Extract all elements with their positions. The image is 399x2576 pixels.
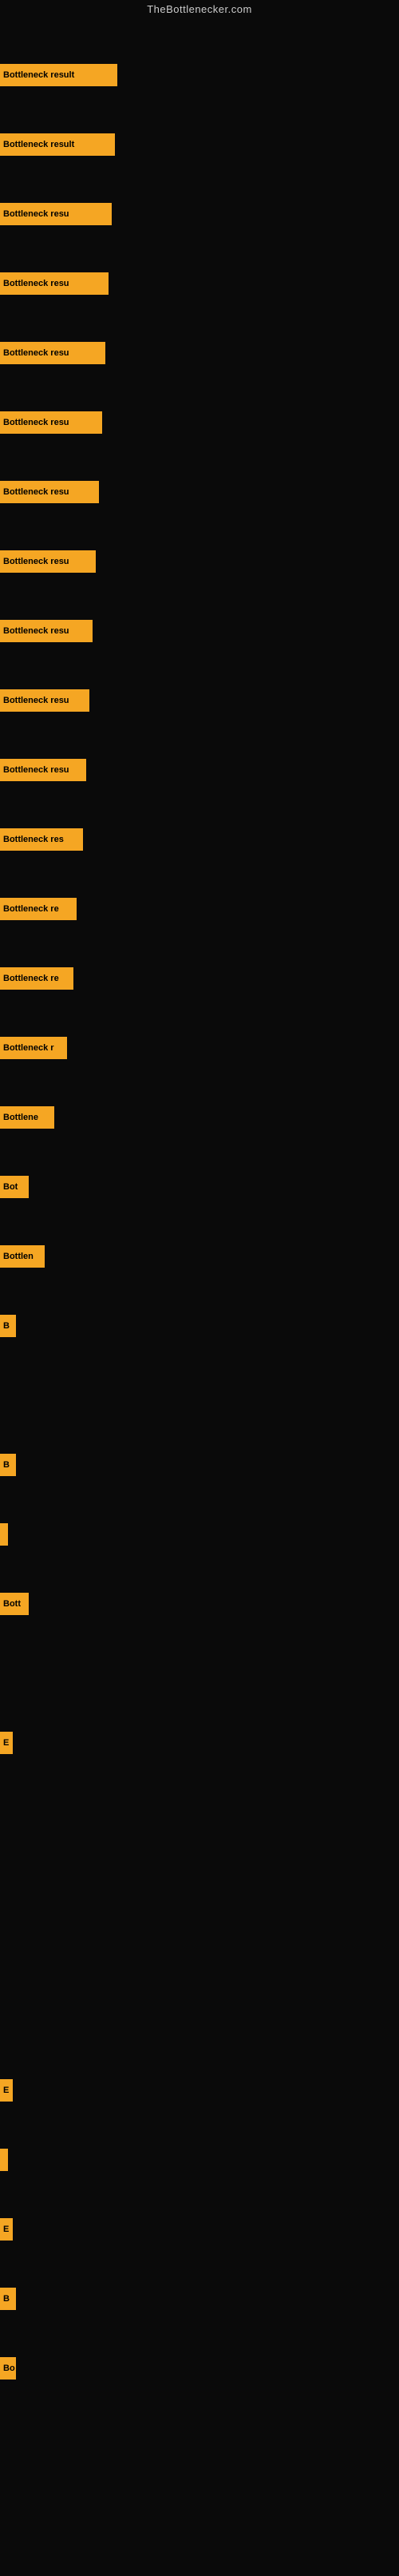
bar-row-9: Bottleneck resu [0, 620, 93, 642]
bar-label-11: Bottleneck resu [0, 759, 86, 781]
bar-label-18: Bottlen [0, 1245, 45, 1268]
bar-row-23: E [0, 1732, 13, 1754]
bar-label-28: Bo [0, 2357, 16, 2380]
bar-row-24: E [0, 2079, 13, 2102]
bar-label-13: Bottleneck re [0, 898, 77, 920]
bar-row-2: Bottleneck result [0, 133, 115, 156]
bar-row-26: E [0, 2218, 13, 2241]
bar-row-1: Bottleneck result [0, 64, 117, 86]
bar-label-10: Bottleneck resu [0, 689, 89, 712]
bar-row-8: Bottleneck resu [0, 550, 96, 573]
bar-label-9: Bottleneck resu [0, 620, 93, 642]
bar-row-17: Bot [0, 1176, 29, 1198]
bar-row-18: Bottlen [0, 1245, 45, 1268]
bar-label-6: Bottleneck resu [0, 411, 102, 434]
bar-row-4: Bottleneck resu [0, 272, 109, 295]
bar-label-7: Bottleneck resu [0, 481, 99, 503]
bar-label-2: Bottleneck result [0, 133, 115, 156]
bar-label-20: B [0, 1454, 16, 1476]
bar-row-25 [0, 2149, 8, 2171]
bar-row-10: Bottleneck resu [0, 689, 89, 712]
bar-label-4: Bottleneck resu [0, 272, 109, 295]
bar-label-3: Bottleneck resu [0, 203, 112, 225]
bar-row-7: Bottleneck resu [0, 481, 99, 503]
bar-label-5: Bottleneck resu [0, 342, 105, 364]
bar-label-26: E [0, 2218, 13, 2241]
bar-row-22: Bott [0, 1593, 29, 1615]
bar-row-28: Bo [0, 2357, 16, 2380]
bar-label-25 [0, 2149, 8, 2171]
bar-label-19: B [0, 1315, 16, 1337]
bar-label-8: Bottleneck resu [0, 550, 96, 573]
bar-row-11: Bottleneck resu [0, 759, 86, 781]
bar-label-27: B [0, 2288, 16, 2310]
bar-label-14: Bottleneck re [0, 967, 73, 990]
bar-row-21 [0, 1523, 8, 1546]
bar-row-27: B [0, 2288, 16, 2310]
bar-label-17: Bot [0, 1176, 29, 1198]
bar-row-15: Bottleneck r [0, 1037, 67, 1059]
bar-label-16: Bottlene [0, 1106, 54, 1129]
bar-row-20: B [0, 1454, 16, 1476]
bar-row-3: Bottleneck resu [0, 203, 112, 225]
bar-label-21 [0, 1523, 8, 1546]
bar-row-12: Bottleneck res [0, 828, 83, 851]
site-title: TheBottlenecker.com [0, 0, 399, 20]
bar-label-24: E [0, 2079, 13, 2102]
bar-label-1: Bottleneck result [0, 64, 117, 86]
bar-label-23: E [0, 1732, 13, 1754]
bar-row-14: Bottleneck re [0, 967, 73, 990]
bar-label-15: Bottleneck r [0, 1037, 67, 1059]
bar-row-16: Bottlene [0, 1106, 54, 1129]
bar-row-6: Bottleneck resu [0, 411, 102, 434]
bar-row-5: Bottleneck resu [0, 342, 105, 364]
bar-row-13: Bottleneck re [0, 898, 77, 920]
bar-row-19: B [0, 1315, 16, 1337]
bar-label-12: Bottleneck res [0, 828, 83, 851]
bar-label-22: Bott [0, 1593, 29, 1615]
